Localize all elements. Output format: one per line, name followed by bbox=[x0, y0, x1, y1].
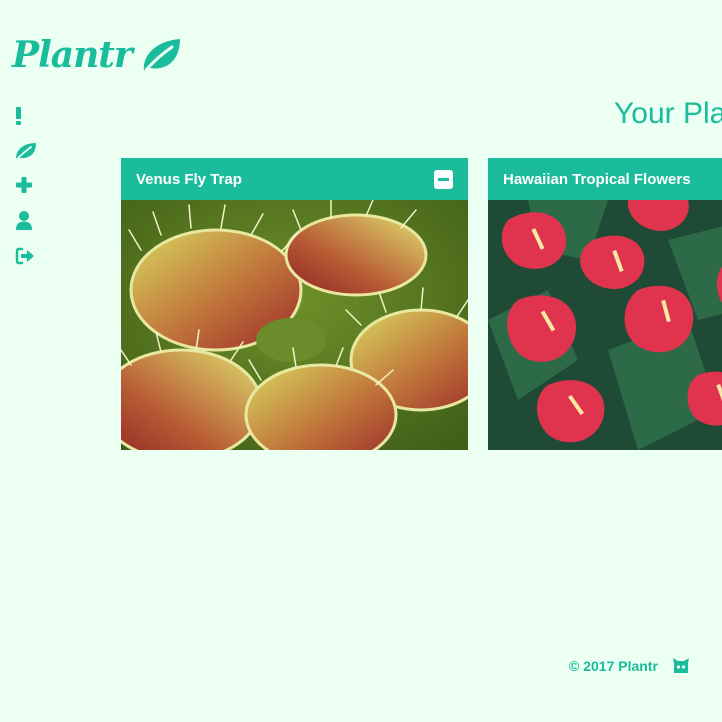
plus-icon bbox=[16, 177, 32, 193]
sidebar-item-logout[interactable] bbox=[14, 244, 38, 268]
card-header: Venus Fly Trap bbox=[121, 158, 468, 200]
card-title: Hawaiian Tropical Flowers bbox=[503, 170, 691, 188]
card-title: Venus Fly Trap bbox=[136, 170, 242, 188]
sidebar-item-add[interactable] bbox=[14, 174, 38, 198]
brand-logo[interactable]: Plantr bbox=[12, 34, 184, 76]
exclamation-icon bbox=[16, 107, 21, 125]
sidebar-item-profile[interactable] bbox=[14, 209, 38, 233]
app-page: Plantr Your Pla Venus Fly Trap Hawaiian … bbox=[0, 0, 722, 722]
plant-card[interactable]: Venus Fly Trap bbox=[121, 158, 468, 450]
github-icon[interactable] bbox=[671, 656, 691, 676]
brand-name: Plantr bbox=[12, 34, 133, 76]
plant-card[interactable]: Hawaiian Tropical Flowers bbox=[488, 158, 722, 450]
minus-square-icon[interactable] bbox=[434, 170, 453, 189]
footer: © 2017 Plantr bbox=[569, 656, 691, 676]
anthurium-flowers-photo bbox=[488, 200, 722, 450]
venus-fly-trap-photo bbox=[121, 200, 468, 450]
card-header: Hawaiian Tropical Flowers bbox=[488, 158, 722, 200]
sign-out-icon bbox=[15, 247, 34, 265]
user-icon bbox=[16, 211, 32, 230]
sidebar-item-plants[interactable] bbox=[14, 139, 38, 163]
sidebar-item-alerts[interactable] bbox=[14, 104, 38, 128]
page-title: Your Pla bbox=[614, 97, 722, 130]
leaf-icon bbox=[16, 143, 36, 160]
leaf-icon bbox=[143, 39, 180, 72]
copyright-text: © 2017 Plantr bbox=[569, 658, 658, 674]
